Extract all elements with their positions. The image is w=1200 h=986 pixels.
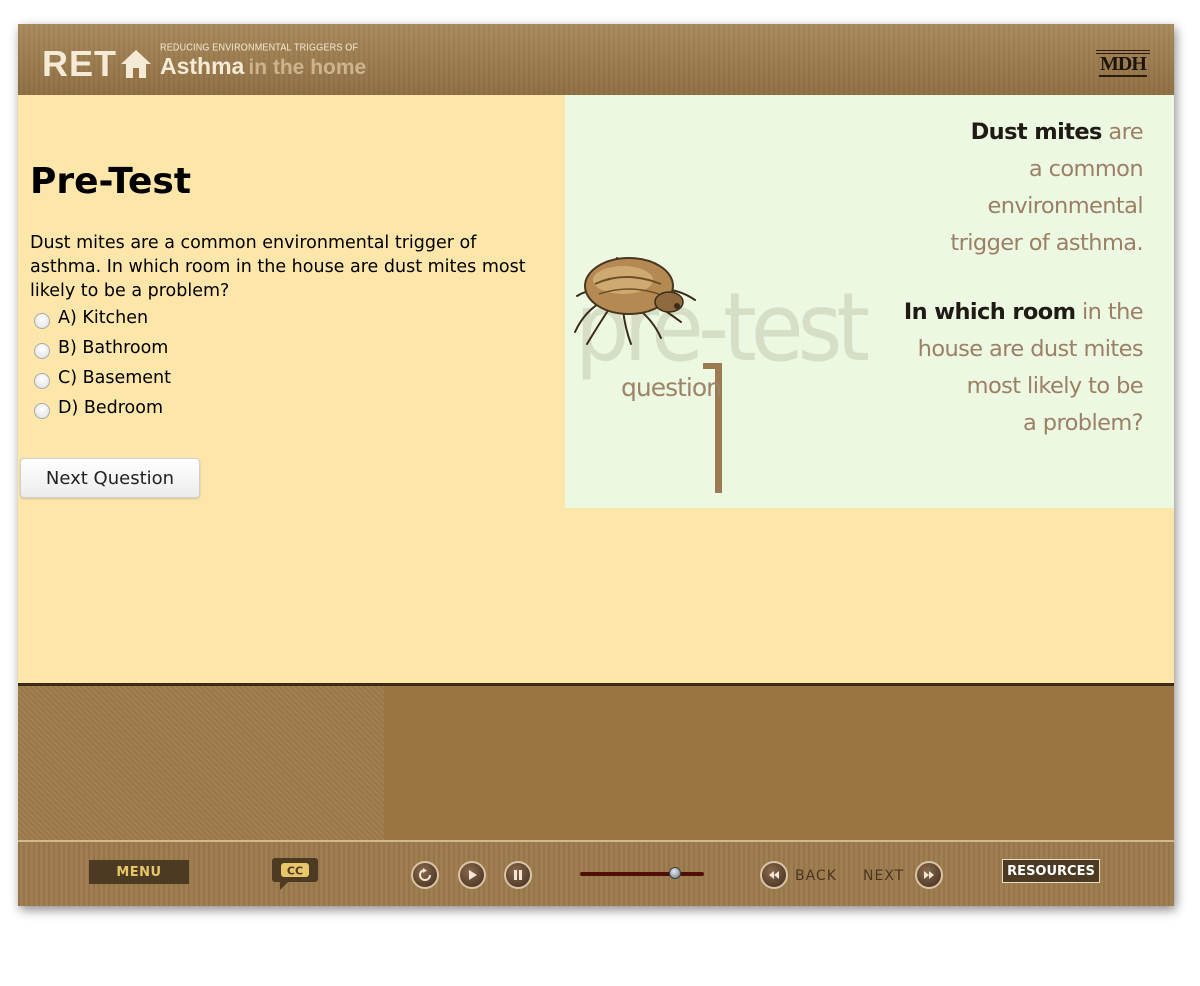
text2-line: house are dust mites bbox=[917, 336, 1144, 362]
logo-tagline: REDUCING ENVIRONMENTAL TRIGGERS OF bbox=[160, 41, 359, 53]
progress-slider-handle[interactable] bbox=[669, 867, 682, 879]
logo-in-the-home: in the home bbox=[248, 56, 367, 79]
question-illustration: pre-test question Dust mites are a commo… bbox=[565, 95, 1174, 508]
next-question-button[interactable]: Next Question bbox=[20, 458, 200, 498]
play-icon bbox=[469, 870, 477, 880]
mdh-logo-text: MDH bbox=[1100, 53, 1147, 75]
cc-label: CC bbox=[287, 865, 303, 878]
radio-button[interactable] bbox=[34, 403, 50, 419]
next-button[interactable]: NEXT bbox=[863, 868, 904, 884]
option-a[interactable]: A) Kitchen bbox=[34, 303, 171, 333]
text1-rest: are bbox=[1108, 119, 1143, 145]
logo-ret-text: RET bbox=[42, 43, 117, 84]
menu-button[interactable]: MENU bbox=[89, 860, 189, 884]
illustration-text-top: Dust mites are a common environmental tr… bbox=[950, 114, 1143, 262]
option-d[interactable]: D) Bedroom bbox=[34, 393, 171, 423]
pause-button[interactable] bbox=[504, 861, 532, 889]
fast-forward-icon bbox=[924, 871, 934, 879]
pause-icon bbox=[514, 870, 522, 880]
text1-line: a common bbox=[1028, 156, 1144, 182]
next-icon-button[interactable] bbox=[915, 861, 943, 889]
dust-mite-icon bbox=[574, 257, 696, 345]
page-title: Pre-Test bbox=[30, 161, 192, 202]
resources-button[interactable]: RESOURCES bbox=[1002, 859, 1100, 883]
question-text: Dust mites are a common environmental tr… bbox=[30, 233, 526, 301]
option-c[interactable]: C) Basement bbox=[34, 363, 171, 393]
main-content: Pre-Test Dust mites are a common environ… bbox=[18, 95, 1174, 683]
control-bar: MENU CC BACK NEXT RESOURCES bbox=[18, 842, 1174, 906]
radio-button[interactable] bbox=[34, 373, 50, 389]
back-icon-button[interactable] bbox=[760, 861, 788, 889]
question-word: question bbox=[621, 373, 722, 402]
reta-logo: RET REDUCING ENVIRONMENTAL TRIGGERS OF A… bbox=[42, 41, 367, 84]
house-icon bbox=[121, 50, 151, 78]
option-b[interactable]: B) Bathroom bbox=[34, 333, 171, 363]
rewind-icon bbox=[769, 871, 779, 879]
replay-button[interactable] bbox=[411, 861, 439, 889]
illustration-text-bottom: In which room in the house are dust mite… bbox=[903, 294, 1144, 442]
progress-slider[interactable] bbox=[580, 867, 704, 879]
text1-line: trigger of asthma. bbox=[950, 230, 1143, 256]
option-label: D) Bedroom bbox=[58, 398, 164, 418]
cc-icon: CC bbox=[272, 858, 318, 890]
text2-line: most likely to be bbox=[966, 373, 1144, 399]
text2-bold: In which room bbox=[903, 299, 1076, 325]
header-bar: RET REDUCING ENVIRONMENTAL TRIGGERS OF A… bbox=[18, 24, 1174, 95]
play-button[interactable] bbox=[458, 861, 486, 889]
replay-icon bbox=[419, 868, 431, 881]
lower-left-panel bbox=[18, 683, 384, 840]
course-window: RET REDUCING ENVIRONMENTAL TRIGGERS OF A… bbox=[18, 24, 1174, 906]
lower-right-panel bbox=[384, 683, 1174, 840]
text2-line: a problem? bbox=[1023, 410, 1144, 436]
back-button[interactable]: BACK bbox=[795, 868, 837, 884]
mdh-logo: MDH bbox=[1096, 50, 1150, 80]
mdh-logo-underline bbox=[1099, 75, 1147, 77]
closed-caption-button[interactable]: CC bbox=[272, 858, 320, 896]
radio-button[interactable] bbox=[34, 343, 50, 359]
radio-button[interactable] bbox=[34, 313, 50, 329]
answer-options: A) Kitchen B) Bathroom C) Basement D) Be… bbox=[34, 303, 171, 423]
option-label: C) Basement bbox=[58, 368, 171, 388]
logo-asthma: Asthma bbox=[160, 53, 245, 79]
text1-line: environmental bbox=[987, 193, 1143, 219]
text2-rest: in the bbox=[1082, 299, 1144, 325]
option-label: A) Kitchen bbox=[58, 308, 149, 328]
option-label: B) Bathroom bbox=[58, 338, 169, 358]
text1-bold: Dust mites bbox=[970, 119, 1103, 145]
